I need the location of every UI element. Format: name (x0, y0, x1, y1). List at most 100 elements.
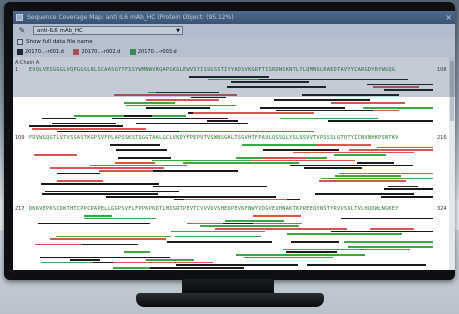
peptide-bar (145, 99, 220, 101)
protein-select[interactable]: anti-IL6 mAb_HC ▼ (33, 26, 183, 35)
show-full-name-label: Show full data file name (26, 39, 93, 45)
peptide-bar (155, 91, 220, 94)
peptide-bar (193, 112, 315, 114)
peptide-bar (388, 185, 419, 188)
peptide-bar (115, 149, 168, 151)
window-title: Sequence Coverage Map: anti IL6 mAb_HC (… (27, 14, 234, 21)
peptide-bar (32, 128, 141, 130)
peptide-bar (41, 183, 159, 185)
chevron-down-icon: ▼ (176, 28, 180, 34)
window-titlebar: Sequence Coverage Map: anti IL6 mAb_HC (… (13, 11, 455, 24)
show-full-name-checkbox[interactable] (17, 38, 23, 45)
legend-swatch (17, 48, 23, 55)
peptide-bar (328, 120, 433, 122)
peptide-bar (380, 196, 433, 198)
peptide-bar (206, 120, 238, 122)
peptide-bar (56, 172, 101, 175)
peptide-bar (176, 264, 298, 266)
peptide-bar (383, 89, 433, 91)
peptide-bar (182, 162, 299, 164)
peptide-bar (175, 235, 261, 238)
peptide-bar (314, 193, 414, 195)
peptide-bar (33, 154, 78, 156)
peptide-bar (152, 159, 184, 162)
application-window: Sequence Coverage Map: anti IL6 mAb_HC (… (13, 11, 455, 270)
peptide-bar (259, 107, 346, 109)
peptide-bar (49, 238, 167, 240)
row-end-position: 108 (437, 67, 447, 73)
peptide-bar (41, 261, 93, 264)
options-row: Show full data file name (13, 37, 455, 47)
peptide-bar (253, 215, 302, 217)
peptide-bar (144, 196, 277, 198)
peptide-bar (287, 233, 403, 235)
peptide-bar (302, 94, 399, 96)
peptide-bar (367, 83, 433, 86)
peptide-bar (227, 86, 326, 88)
peptide-bar (149, 267, 245, 269)
peptide-bar (333, 154, 387, 156)
legend-swatch (73, 48, 80, 55)
vertical-scrollbar[interactable] (449, 57, 455, 270)
peptide-bar (280, 117, 378, 120)
row-start-position: 109 (15, 135, 25, 141)
row-start-position: 217 (15, 206, 25, 212)
legend-item: 20170...-r001.d (17, 47, 64, 57)
peptide-bar (331, 230, 433, 233)
legend-label: 20170...-r001.d (25, 49, 64, 55)
peptide-bar (285, 251, 338, 253)
peptide-bar (115, 162, 156, 164)
file-legend: 20170...-r001.d 20170...-r002.d 20170...… (13, 47, 455, 57)
peptide-bar (29, 125, 123, 127)
peptide-bar (224, 220, 284, 222)
monitor-bezel: Sequence Coverage Map: anti IL6 mAb_HC (… (4, 2, 455, 280)
peptide-bar (244, 256, 333, 259)
monitor-stand-base (136, 293, 324, 307)
peptide-bar (356, 162, 395, 164)
peptide-bar (118, 157, 171, 159)
peptide-bar (274, 99, 371, 101)
peptide-bar (145, 107, 210, 109)
legend-label: 20170...-r002.d (81, 49, 121, 55)
peptide-bar (251, 159, 355, 162)
legend-item: 20170...-r002.d (73, 47, 120, 57)
protein-select-value: anti-IL6 mAb_HC (37, 28, 83, 34)
peptide-bar (166, 241, 273, 243)
scrollbar-thumb[interactable] (450, 61, 454, 121)
peptide-bar (152, 185, 267, 188)
peptide-bar (35, 243, 82, 246)
peptide-bar (373, 86, 419, 88)
edit-icon[interactable]: ✎ (17, 26, 27, 35)
peptide-bar (338, 172, 433, 175)
legend-label: 20170...-r003.d (137, 49, 177, 55)
peptide-bar (98, 164, 187, 167)
peptide-bar (66, 167, 164, 169)
peptide-bar (259, 130, 314, 133)
peptide-bar (290, 241, 340, 243)
app-icon (16, 14, 23, 21)
close-icon[interactable]: × (445, 11, 452, 24)
peptide-bar (222, 222, 253, 225)
peptide-bar (230, 81, 310, 83)
peptide-bar (349, 149, 433, 151)
peptide-bar (113, 94, 206, 96)
peptide-bar (236, 254, 365, 256)
peptide-bar (293, 248, 327, 251)
peptide-bar (191, 96, 227, 99)
peptide-bar (347, 246, 433, 248)
peptide-bar (303, 167, 363, 169)
peptide-bar (37, 222, 150, 225)
peptide-bar (56, 130, 179, 133)
peptide-bar (126, 104, 236, 107)
peptide-bar (289, 164, 414, 167)
peptide-bar (84, 215, 112, 217)
peptide-bar (124, 115, 152, 117)
peptide-bar (200, 225, 299, 227)
peptide-bar (188, 76, 270, 78)
peptide-bar (52, 122, 117, 125)
peptide-bar (306, 264, 426, 266)
peptide-bar (263, 157, 306, 159)
peptide-bar (55, 235, 171, 238)
sequence-text: EVQLVESGGGLVQPGGSLRLSCAASGYTFSSYWMNWVRQA… (29, 67, 396, 73)
peptide-bar (111, 117, 229, 120)
